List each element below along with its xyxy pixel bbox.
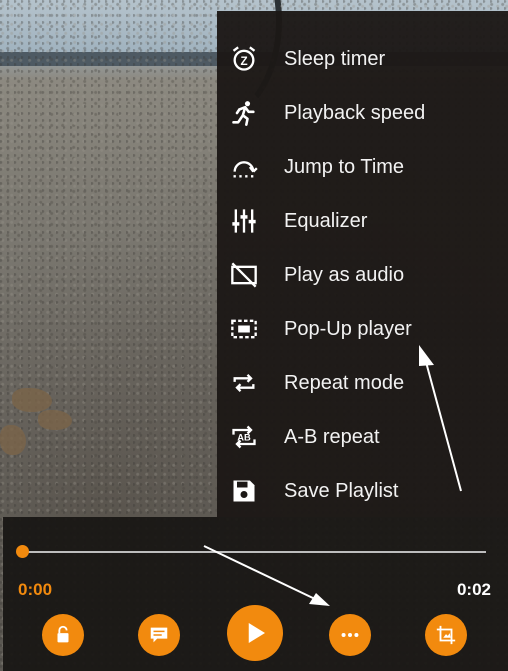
video-leaf: [0, 425, 26, 455]
menu-item-jump-to-time[interactable]: Jump to Time: [217, 140, 508, 194]
menu-item-equalizer[interactable]: Equalizer: [217, 194, 508, 248]
play-icon: [248, 623, 265, 643]
ab-repeat-icon: AB: [229, 422, 259, 452]
video-off-icon: [229, 260, 259, 290]
menu-item-label: Equalizer: [284, 209, 368, 232]
running-man-icon: [229, 98, 259, 128]
menu-item-save-playlist[interactable]: Save Playlist: [217, 464, 508, 518]
current-time: 0:00: [18, 580, 53, 599]
subtitles-icon: [150, 627, 168, 643]
menu-item-label: Sleep timer: [284, 47, 386, 70]
seek-bar[interactable]: [22, 551, 486, 553]
more-options-icon: [341, 632, 359, 638]
total-time: 0:02: [456, 580, 491, 599]
menu-item-label: Repeat mode: [284, 371, 405, 394]
subtitles-button[interactable]: [138, 614, 180, 656]
menu-item-label: Playback speed: [284, 101, 426, 124]
menu-item-label: Play as audio: [284, 263, 405, 286]
menu-item-play-as-audio[interactable]: Play as audio: [217, 248, 508, 302]
more-options-menu: Z Sleep timer Playback speed Jump to Tim…: [217, 11, 508, 517]
seek-handle[interactable]: [16, 545, 29, 558]
video-leaf: [38, 410, 72, 430]
menu-item-label: A-B repeat: [284, 425, 380, 448]
more-options-button[interactable]: [329, 614, 371, 656]
svg-text:Z: Z: [240, 55, 247, 68]
svg-text:AB: AB: [237, 433, 251, 443]
crop-icon: [436, 625, 456, 645]
menu-item-label: Pop-Up player: [284, 317, 412, 340]
menu-item-label: Save Playlist: [284, 479, 399, 502]
crop-button[interactable]: [425, 614, 467, 656]
menu-item-sleep-timer[interactable]: Z Sleep timer: [217, 32, 508, 86]
menu-item-label: Jump to Time: [284, 155, 405, 178]
lock-icon: [57, 625, 69, 643]
player-controls: 0:00 0:02: [3, 517, 508, 671]
save-disk-icon: [229, 476, 259, 506]
menu-item-repeat-mode[interactable]: Repeat mode: [217, 356, 508, 410]
play-button[interactable]: [227, 605, 283, 661]
menu-item-ab-repeat[interactable]: AB A-B repeat: [217, 410, 508, 464]
video-leaf: [12, 388, 52, 412]
lock-button[interactable]: [42, 614, 84, 656]
repeat-icon: [229, 368, 259, 398]
menu-item-playback-speed[interactable]: Playback speed: [217, 86, 508, 140]
jump-arc-icon: [229, 152, 259, 182]
alarm-clock-icon: Z: [229, 44, 259, 74]
picture-in-picture-icon: [229, 314, 259, 344]
equalizer-sliders-icon: [229, 206, 259, 236]
menu-item-pop-up-player[interactable]: Pop-Up player: [217, 302, 508, 356]
